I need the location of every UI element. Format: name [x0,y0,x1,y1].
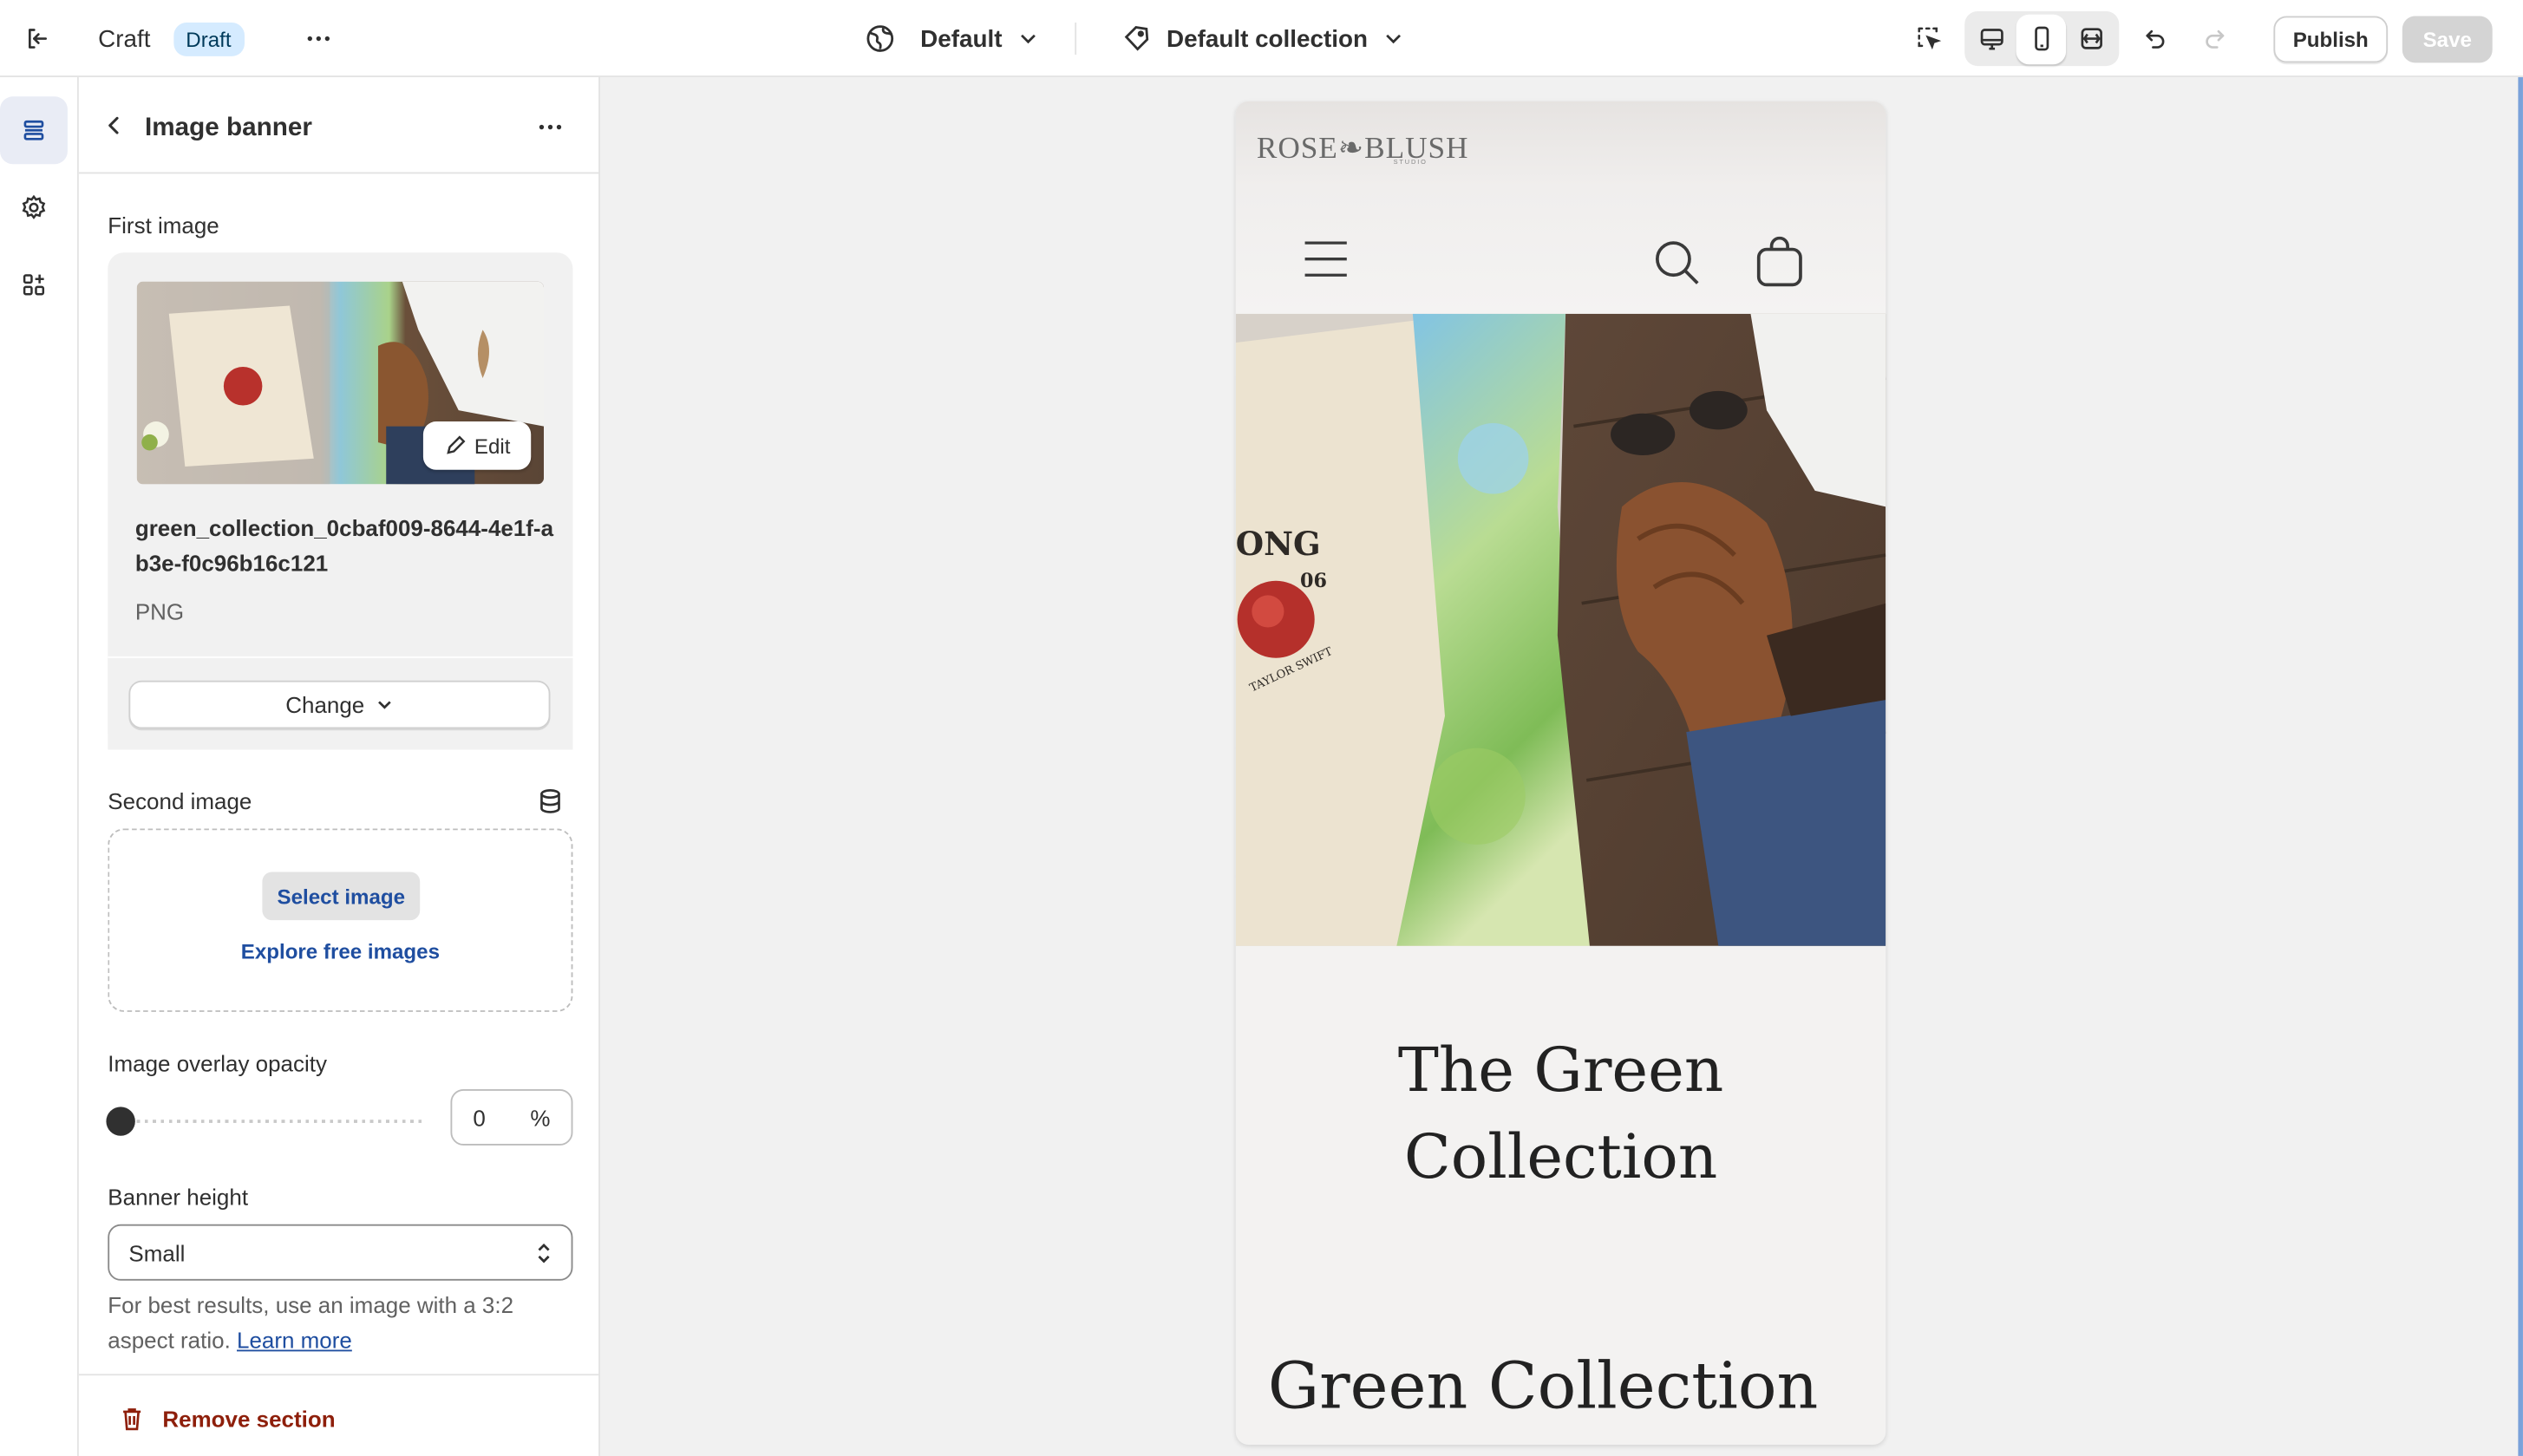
change-image-button[interactable]: Change [128,680,551,729]
more-actions-icon[interactable] [293,13,344,64]
undo-icon[interactable] [2128,13,2180,64]
sections-icon[interactable] [0,96,68,165]
banner-heading: The Green Collection [1236,1027,1886,1200]
select-image-button[interactable]: Select image [262,872,421,921]
status-badge: Draft [173,22,245,56]
back-chevron-icon[interactable] [92,103,137,148]
select-arrows-icon [538,1243,550,1263]
overlay-slider-thumb[interactable] [106,1107,135,1136]
overlay-value: 0 [473,1105,486,1132]
dynamic-source-icon[interactable] [533,783,568,819]
banner-height-label: Banner height [108,1184,249,1211]
trash-icon [123,1408,141,1431]
banner-height-select[interactable]: Small [108,1224,573,1281]
pencil-icon [446,435,466,454]
inspector-icon[interactable] [1904,13,1955,64]
canvas-edge-indicator [2518,77,2523,1456]
fullscreen-view-icon[interactable] [2066,14,2116,64]
panel-title: Image banner [144,114,312,142]
template-dropdown-label: Default collection [1167,24,1368,53]
svg-text:ONG: ONG [1236,525,1321,563]
search-icon[interactable] [1650,237,1702,297]
settings-icon[interactable] [0,173,68,241]
banner-heading-line2: Collection [1403,1121,1718,1192]
overlay-opacity-label: Image overlay opacity [108,1050,327,1077]
edit-image-button[interactable]: Edit [422,421,532,470]
theme-dropdown-label: Default [920,24,1003,53]
second-image-dropzone[interactable]: Select image Explore free images [108,828,573,1012]
top-bar: Craft Draft Default Default collection P… [0,0,2523,78]
globe-icon [866,25,894,52]
cart-icon[interactable] [1754,236,1805,297]
theme-dropdown[interactable]: Default [864,23,1039,55]
save-button[interactable]: Save [2402,16,2493,63]
storefront-preview: ROSE❧BLUSH STUDIO ONG 06 TAYLOR SWIFT Th… [1235,101,1886,1445]
preview-header: ROSE❧BLUSH STUDIO [1235,101,1886,314]
overlay-opacity-input[interactable]: 0 % [450,1088,573,1146]
mobile-view-icon[interactable] [2016,13,2067,64]
learn-more-link[interactable]: Learn more [237,1328,352,1354]
first-image-card: Edit green_collection_0cbaf009-8644-4e1f… [108,252,573,750]
section-settings-panel: Image banner First image Edit green_coll… [78,77,600,1456]
chevron-down-icon [377,701,390,709]
desktop-view-icon[interactable] [1966,14,2016,64]
redo-icon[interactable] [2190,13,2241,64]
svg-text:06: 06 [1300,570,1327,592]
change-label: Change [285,691,365,718]
chevron-down-icon [1386,34,1402,44]
left-rail [0,77,79,1456]
image-filename: green_collection_0cbaf009-8644-4e1f-ab3e… [134,514,554,577]
banner-image: ONG 06 TAYLOR SWIFT [1235,313,1886,946]
template-dropdown[interactable]: Default collection [1120,23,1404,55]
more-options-icon[interactable] [526,103,575,152]
edit-label: Edit [474,433,511,458]
store-logo[interactable]: ROSE❧BLUSH [1257,130,1468,167]
hamburger-menu-icon[interactable] [1300,237,1351,290]
app-title-group: Craft Draft [98,22,245,56]
second-image-label: Second image [108,788,252,814]
collection-heading: Green Collection [1267,1349,1819,1424]
overlay-slider-track[interactable] [121,1120,423,1123]
banner-heading-line1: The Green [1397,1034,1724,1106]
divider [1075,22,1077,55]
banner-height-value: Small [128,1240,186,1267]
chevron-down-icon [1020,34,1036,44]
image-filetype: PNG [134,598,185,624]
app-name: Craft [98,25,151,54]
store-logo-sub: STUDIO [1393,157,1428,166]
remove-section-label: Remove section [162,1406,336,1433]
publish-button[interactable]: Publish [2273,16,2389,63]
first-image-label: First image [108,212,219,238]
overlay-unit: % [530,1105,551,1132]
collection-icon [1124,26,1149,51]
help-text: For best results, use an image with a 3:… [108,1287,574,1358]
exit-icon[interactable] [11,13,62,64]
explore-free-images-link[interactable]: Explore free images [109,939,571,963]
apps-icon[interactable] [0,251,68,318]
viewport-toggle-group [1964,10,2120,67]
remove-section-button[interactable]: Remove section [78,1374,600,1456]
panel-header: Image banner [78,77,600,174]
